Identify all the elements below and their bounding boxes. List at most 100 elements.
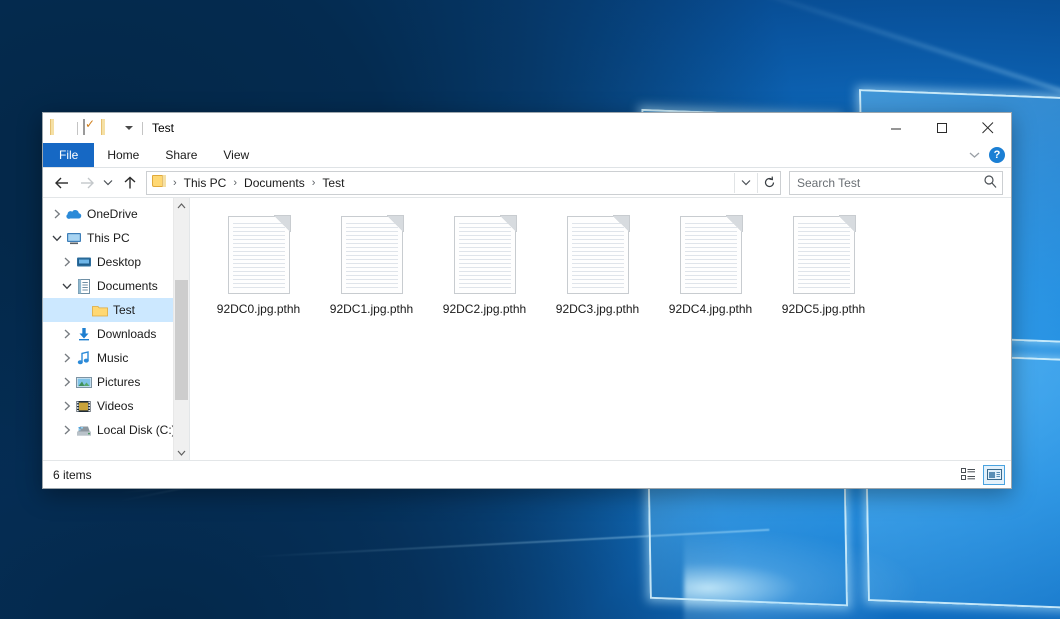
- back-button[interactable]: [49, 172, 74, 194]
- tree-expander[interactable]: [49, 209, 65, 219]
- tree-expander[interactable]: [59, 377, 75, 387]
- minimize-button[interactable]: [873, 113, 919, 143]
- sidebar-item-onedrive[interactable]: OneDrive: [43, 202, 189, 226]
- sidebar-item-videos[interactable]: Videos: [43, 394, 189, 418]
- file-item[interactable]: 92DC5.jpg.pthh: [767, 210, 880, 338]
- file-name-label: 92DC3.jpg.pthh: [556, 302, 639, 316]
- breadcrumb-item-this-pc[interactable]: This PC: [182, 176, 229, 190]
- tree-expander[interactable]: [59, 257, 75, 267]
- scroll-down-icon[interactable]: [174, 445, 189, 460]
- sidebar-item-label: Desktop: [97, 255, 141, 269]
- file-name-label: 92DC2.jpg.pthh: [443, 302, 526, 316]
- sidebar-item-downloads[interactable]: Downloads: [43, 322, 189, 346]
- properties-icon[interactable]: [83, 120, 99, 136]
- file-item[interactable]: 92DC3.jpg.pthh: [541, 210, 654, 338]
- file-item[interactable]: 92DC2.jpg.pthh: [428, 210, 541, 338]
- chevron-down-icon[interactable]: [969, 148, 980, 162]
- file-name-label: 92DC1.jpg.pthh: [330, 302, 413, 316]
- pictures-icon-wrap: [75, 376, 92, 389]
- status-bar: 6 items: [43, 460, 1011, 488]
- sidebar-item-documents[interactable]: Documents: [43, 274, 189, 298]
- sidebar-item-local-disk-c[interactable]: Local Disk (C:): [43, 418, 189, 442]
- sidebar-item-label: Documents: [97, 279, 158, 293]
- sidebar-item-label: Test: [113, 303, 135, 317]
- sidebar-item-label: OneDrive: [87, 207, 138, 221]
- help-icon[interactable]: ?: [989, 147, 1005, 163]
- chevron-right-icon[interactable]: [63, 401, 72, 411]
- tree-expander[interactable]: [59, 425, 75, 435]
- details-view-button[interactable]: [957, 465, 979, 485]
- chevron-down-icon[interactable]: [52, 234, 62, 243]
- refresh-icon[interactable]: [757, 173, 780, 193]
- generic-file-icon: [793, 216, 855, 294]
- documents-icon: [77, 279, 91, 294]
- search-icon[interactable]: [984, 175, 997, 191]
- sidebar-scrollbar-thumb[interactable]: [175, 280, 188, 400]
- chevron-right-icon[interactable]: [63, 425, 72, 435]
- breadcrumb-item-test[interactable]: Test: [320, 176, 346, 190]
- title-bar: Test: [43, 113, 1011, 143]
- sidebar-item-label: Local Disk (C:): [97, 423, 176, 437]
- large-icons-view-button[interactable]: [983, 465, 1005, 485]
- desktop-icon: [76, 256, 92, 269]
- chevron-right-icon[interactable]: [63, 353, 72, 363]
- tree-expander[interactable]: [59, 282, 75, 291]
- breadcrumb-bar[interactable]: › This PC › Documents › Test: [146, 171, 781, 195]
- tree-expander[interactable]: [59, 401, 75, 411]
- close-button[interactable]: [965, 113, 1011, 143]
- tab-share[interactable]: Share: [152, 143, 210, 167]
- generic-file-icon: [228, 216, 290, 294]
- search-input[interactable]: Search Test: [789, 171, 1003, 195]
- drive-icon: [76, 424, 92, 437]
- address-bar: › This PC › Documents › Test: [43, 168, 1011, 197]
- folder-tree: OneDrive This PC Desktop Documents Test Downl…: [43, 198, 189, 442]
- desktop-icon-wrap: [75, 256, 92, 269]
- customize-quick-access-icon[interactable]: [125, 126, 133, 130]
- breadcrumb-item-documents[interactable]: Documents: [242, 176, 307, 190]
- tree-expander[interactable]: [49, 234, 65, 243]
- tab-view[interactable]: View: [210, 143, 262, 167]
- chevron-right-icon[interactable]: [63, 377, 72, 387]
- chevron-right-icon[interactable]: [53, 209, 62, 219]
- maximize-button[interactable]: [919, 113, 965, 143]
- sidebar-item-label: This PC: [87, 231, 130, 245]
- address-dropdown-icon[interactable]: [734, 173, 757, 193]
- sidebar-item-pictures[interactable]: Pictures: [43, 370, 189, 394]
- file-grid: 92DC0.jpg.pthh 92DC1.jpg.pthh 92DC2.jpg.pt…: [190, 198, 1011, 338]
- window-title: Test: [152, 121, 174, 135]
- tree-expander[interactable]: [59, 329, 75, 339]
- forward-button[interactable]: [74, 172, 99, 194]
- new-folder-icon[interactable]: [103, 120, 119, 136]
- up-button[interactable]: [117, 172, 142, 194]
- tree-expander[interactable]: [59, 353, 75, 363]
- breadcrumb-separator[interactable]: ›: [228, 177, 242, 189]
- file-list-pane[interactable]: 92DC0.jpg.pthh 92DC1.jpg.pthh 92DC2.jpg.pt…: [190, 198, 1011, 460]
- tab-file[interactable]: File: [43, 143, 94, 167]
- sidebar-item-music[interactable]: Music: [43, 346, 189, 370]
- scroll-up-icon[interactable]: [174, 198, 189, 213]
- folder-icon[interactable]: [52, 120, 68, 136]
- recent-locations-icon[interactable]: [99, 172, 117, 194]
- breadcrumb-folder-icon[interactable]: [152, 175, 166, 190]
- sidebar-item-desktop[interactable]: Desktop: [43, 250, 189, 274]
- address-bar-tools: [734, 173, 780, 193]
- videos-icon-wrap: [75, 400, 92, 413]
- file-item[interactable]: 92DC0.jpg.pthh: [202, 210, 315, 338]
- sidebar-item-test[interactable]: Test: [43, 298, 189, 322]
- window-controls: [873, 113, 1011, 143]
- window-body: OneDrive This PC Desktop Documents Test Downl…: [43, 197, 1011, 460]
- sidebar-scrollbar[interactable]: [173, 198, 189, 460]
- file-name-label: 92DC0.jpg.pthh: [217, 302, 300, 316]
- breadcrumb-separator[interactable]: ›: [307, 177, 321, 189]
- file-name-label: 92DC5.jpg.pthh: [782, 302, 865, 316]
- chevron-right-icon[interactable]: [63, 257, 72, 267]
- view-buttons: [957, 465, 1005, 485]
- search-placeholder: Search Test: [797, 176, 860, 190]
- breadcrumb-separator[interactable]: ›: [168, 177, 182, 189]
- file-item[interactable]: 92DC4.jpg.pthh: [654, 210, 767, 338]
- sidebar-item-this-pc[interactable]: This PC: [43, 226, 189, 250]
- file-item[interactable]: 92DC1.jpg.pthh: [315, 210, 428, 338]
- chevron-down-icon[interactable]: [62, 282, 72, 291]
- tab-home[interactable]: Home: [94, 143, 152, 167]
- chevron-right-icon[interactable]: [63, 329, 72, 339]
